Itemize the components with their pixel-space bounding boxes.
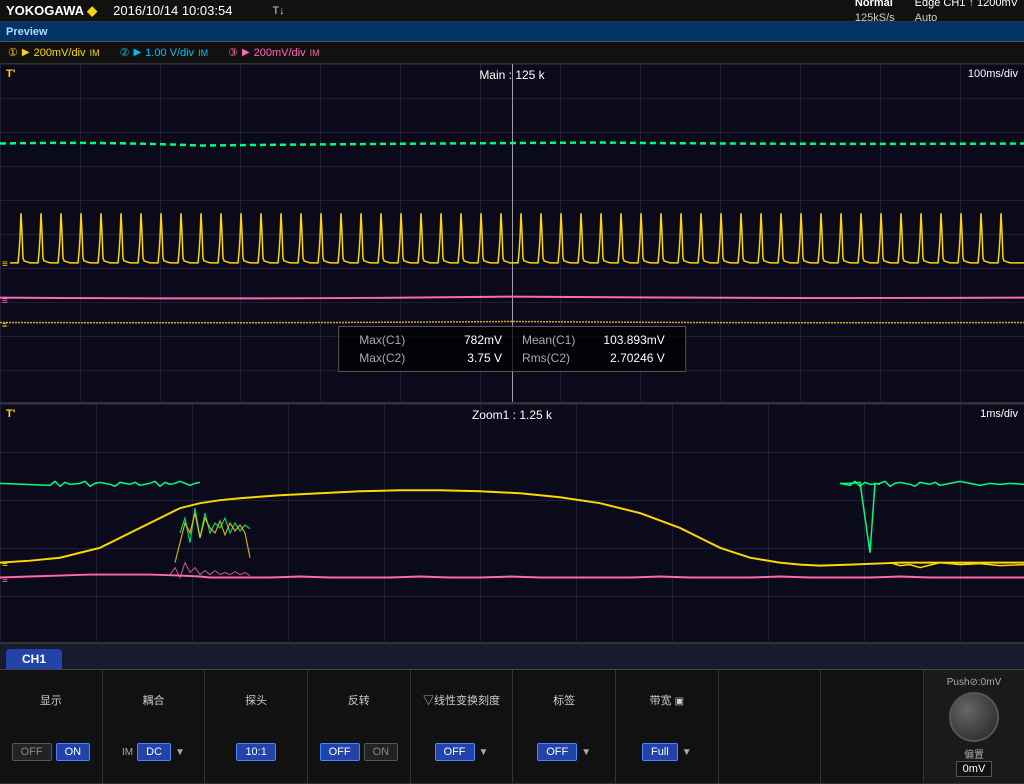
trigger-type-col: Edge CH1 ↑ 1200mV Auto (915, 0, 1018, 25)
main-scope: T' Main : 125 k 100ms/div Max(C1) 782mV … (0, 64, 1024, 404)
label-control: 标签 OFF ▼ (513, 670, 616, 783)
ch1-info: ① ▶ 200mV/div IM (8, 46, 100, 59)
linear-buttons: OFF ▼ (435, 743, 489, 761)
empty-col-2 (821, 670, 924, 783)
display-on-btn[interactable]: ON (56, 743, 91, 761)
knob-push-label: Push⊘:0mV (947, 677, 1002, 688)
ch1-suffix: IM (90, 48, 100, 58)
probe-value-btn[interactable]: 10:1 (236, 743, 275, 761)
rms-c2-value: 2.70246 V (603, 351, 664, 365)
invert-label: 反转 (348, 692, 370, 708)
empty-col-1 (719, 670, 822, 783)
channel-bar: ① ▶ 200mV/div IM ② ▶ 1.00 V/div IM ③ ▶ 2… (0, 42, 1024, 64)
invert-off-btn[interactable]: OFF (320, 743, 360, 761)
ch2-scale: 1.00 V/div (145, 47, 194, 59)
trigger-type-text: Edge CH1 ↑ 1200mV (915, 0, 1018, 11)
rms-c2-label: Rms(C2) (522, 351, 583, 365)
max-c2-value: 3.75 V (441, 351, 502, 365)
linear-arrow: ▼ (479, 747, 489, 758)
ch2-suffix: IM (198, 48, 208, 58)
ch3-label: ③ (228, 46, 238, 59)
coupling-buttons: IM DC ▼ (122, 743, 185, 761)
datetime: 2016/10/14 10:03:54 (113, 3, 232, 18)
zoom-waveforms (0, 404, 1024, 642)
ch1-tab[interactable]: CH1 (6, 649, 62, 669)
ch1-scale: 200mV/div (34, 47, 86, 59)
ch1-marker: ≡ (2, 259, 8, 270)
ch-tab-row: CH1 (0, 644, 1024, 670)
zoom-ch3-marker: ≡ (2, 575, 8, 586)
max-c2-label: Max(C2) (359, 351, 420, 365)
ch3-marker: ≡ (2, 296, 8, 307)
bandwidth-label: 带宽 ▣ (650, 692, 685, 708)
bandwidth-arrow: ▼ (682, 747, 692, 758)
bandwidth-full-btn[interactable]: Full (642, 743, 678, 761)
logo-diamond: ◆ (87, 3, 97, 18)
offset-knob[interactable] (949, 692, 999, 742)
main-scope-container: T' Main : 125 k 100ms/div Max(C1) 782mV … (0, 64, 1024, 402)
controls-grid: 显示 OFF ON 耦合 IM DC ▼ 探头 10:1 反转 (0, 670, 1024, 784)
label-off-btn[interactable]: OFF (537, 743, 577, 761)
invert-buttons: OFF ON (320, 743, 399, 761)
knob-label: 偏置 (964, 746, 984, 761)
bandwidth-buttons: Full ▼ (642, 743, 692, 761)
coupling-icon: IM (122, 747, 133, 758)
trigger-auto: Auto (915, 11, 938, 25)
ch1-arrow: ▶ (22, 47, 30, 58)
mean-c1-label: Mean(C1) (522, 333, 583, 347)
zoom-scope-container: T' Zoom1 : 1.25 k 1ms/div (0, 404, 1024, 642)
linear-label: ▽线性变换刻度 (423, 692, 500, 708)
probe-buttons: 10:1 (236, 743, 275, 761)
trigger-mode: Normal (855, 0, 893, 11)
mean-c1-value: 103.893mV (603, 333, 664, 347)
coupling-arrow: ▼ (175, 747, 185, 758)
ch3-suffix: IM (310, 48, 320, 58)
probe-control: 探头 10:1 (205, 670, 308, 783)
ch2-label: ② (120, 46, 130, 59)
ch2-info: ② ▶ 1.00 V/div IM (120, 46, 209, 59)
display-control: 显示 OFF ON (0, 670, 103, 783)
ch1b-marker: ≡ (2, 320, 7, 330)
coupling-label: 耦合 (142, 692, 164, 708)
linear-off-btn[interactable]: OFF (435, 743, 475, 761)
display-label: 显示 (40, 692, 62, 708)
linear-arrow-prefix: ▽ (423, 695, 434, 707)
zoom-scope: T' Zoom1 : 1.25 k 1ms/div (0, 404, 1024, 644)
invert-control: 反转 OFF ON (308, 670, 411, 783)
knob-value: 0mV (956, 761, 993, 777)
ch2-arrow: ▶ (133, 47, 141, 58)
display-buttons: OFF ON (12, 743, 91, 761)
trigger-info: Normal 125kS/s Edge CH1 ↑ 1200mV Auto (855, 0, 1018, 25)
zoom-ch1-marker: ≡ (2, 559, 8, 570)
coupling-control: 耦合 IM DC ▼ (103, 670, 206, 783)
bandwidth-control: 带宽 ▣ Full ▼ (616, 670, 719, 783)
label-buttons: OFF ▼ (537, 743, 591, 761)
display-off-btn[interactable]: OFF (12, 743, 52, 761)
logo: YOKOGAWA ◆ (6, 3, 97, 19)
coupling-dc-btn[interactable]: DC (137, 743, 171, 761)
label-ctrl-label: 标签 (553, 692, 575, 708)
trigger-t-marker: T↓ (272, 5, 284, 17)
bottom-panel: CH1 显示 OFF ON 耦合 IM DC ▼ 探头 10:1 (0, 644, 1024, 784)
preview-bar: Preview (0, 22, 1024, 42)
ch3-info: ③ ▶ 200mV/div IM (228, 46, 320, 59)
max-c1-value: 782mV (441, 333, 502, 347)
knob-area: Push⊘:0mV 偏置 0mV (924, 670, 1024, 783)
preview-label: Preview (6, 26, 48, 38)
measurements-overlay: Max(C1) 782mV Mean(C1) 103.893mV Max(C2)… (338, 326, 686, 372)
ch3-scale: 200mV/div (254, 47, 306, 59)
ch3-arrow: ▶ (242, 47, 250, 58)
max-c1-label: Max(C1) (359, 333, 420, 347)
logo-text: YOKOGAWA (6, 3, 84, 18)
linear-control: ▽线性变换刻度 OFF ▼ (411, 670, 514, 783)
top-bar: YOKOGAWA ◆ 2016/10/14 10:03:54 T↓ Normal… (0, 0, 1024, 22)
label-arrow: ▼ (581, 747, 591, 758)
invert-on-btn[interactable]: ON (364, 743, 399, 761)
trigger-mode-col: Normal 125kS/s (855, 0, 895, 25)
ch1-label: ① (8, 46, 18, 59)
trigger-rate: 125kS/s (855, 11, 895, 25)
probe-label: 探头 (245, 692, 267, 708)
